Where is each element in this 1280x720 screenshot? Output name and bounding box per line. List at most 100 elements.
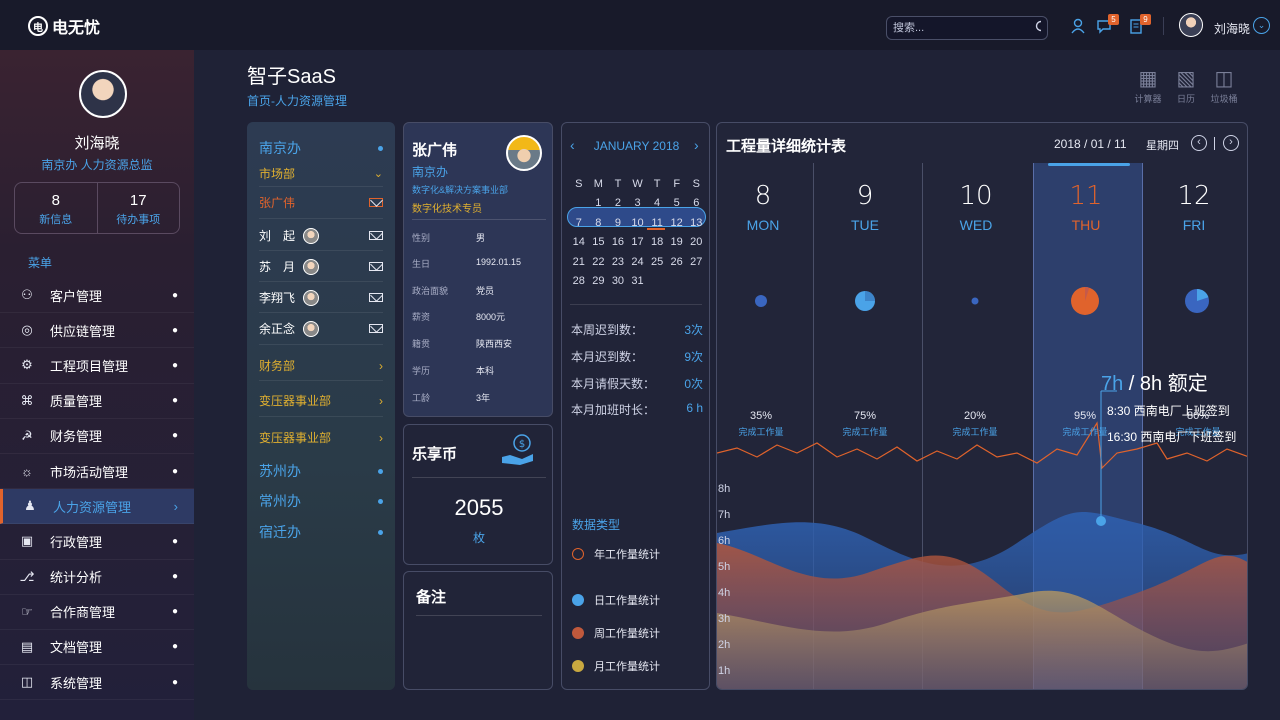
- bullet-icon: [378, 498, 383, 504]
- sidebar-item-hr[interactable]: ♟ 人力资源管理 ›: [0, 489, 194, 525]
- calendar-day[interactable]: 25: [647, 256, 667, 268]
- mail-icon[interactable]: [369, 324, 383, 333]
- sidebar-item-partners[interactable]: ☞ 合作商管理 ●: [0, 595, 194, 630]
- calendar-day[interactable]: 29: [589, 275, 609, 287]
- logo[interactable]: 电电无忧: [28, 14, 100, 38]
- chevron-down-icon[interactable]: ⌄: [1253, 17, 1270, 34]
- org-person-selected[interactable]: 张广伟: [259, 194, 383, 211]
- selected-point[interactable]: [1096, 516, 1106, 526]
- calendar-day[interactable]: 26: [667, 256, 687, 268]
- calendar-day[interactable]: 5: [667, 197, 687, 209]
- calendar-day[interactable]: 22: [589, 256, 609, 268]
- breadcrumb[interactable]: 首页-人力资源管理: [247, 92, 347, 109]
- calendar-day[interactable]: 18: [647, 236, 667, 248]
- user-icon[interactable]: [1070, 18, 1086, 34]
- calendar-day[interactable]: 9: [608, 217, 628, 229]
- calendar-day[interactable]: 1: [589, 197, 609, 209]
- calendar-day[interactable]: 20: [686, 236, 706, 248]
- mail-icon[interactable]: [369, 293, 383, 302]
- calendar-day[interactable]: 2: [608, 197, 628, 209]
- sidebar-item-documents[interactable]: ▤ 文档管理 ●: [0, 630, 194, 666]
- calendar-day[interactable]: 23: [608, 256, 628, 268]
- day-column-thu[interactable]: 11 THU: [1046, 181, 1126, 233]
- sidebar-item-admin[interactable]: ▣ 行政管理 ●: [0, 524, 194, 560]
- day-name: MON: [746, 217, 780, 233]
- sidebar-item-system[interactable]: ◫ 系统管理 ●: [0, 665, 194, 701]
- user-avatar[interactable]: [1179, 13, 1203, 37]
- profile-stats: 8 新信息 17 待办事项: [14, 182, 180, 234]
- sidebar-item-quality[interactable]: ⌘ 质量管理 ●: [0, 384, 194, 419]
- org-person[interactable]: 苏 月: [259, 258, 383, 275]
- calendar-day[interactable]: 24: [628, 256, 648, 268]
- search-box[interactable]: [886, 16, 1048, 40]
- note-card[interactable]: 备注: [403, 571, 553, 690]
- data-type-weekly[interactable]: 周工作量统计: [572, 625, 660, 641]
- calendar-day[interactable]: 16: [608, 236, 628, 248]
- chevron-right-icon[interactable]: ›: [694, 137, 699, 153]
- org-office-suqian[interactable]: 宿迁办: [259, 522, 383, 542]
- calendar-day[interactable]: 21: [569, 256, 589, 268]
- calendar-day[interactable]: 30: [608, 275, 628, 287]
- data-type-monthly[interactable]: 月工作量统计: [572, 658, 660, 674]
- sidebar-item-finance[interactable]: ☭ 财务管理 ●: [0, 419, 194, 454]
- sidebar-item-marketing[interactable]: ☼ 市场活动管理 ●: [0, 454, 194, 490]
- sidebar-item-supply-chain[interactable]: ◎ 供应链管理 ●: [0, 313, 194, 349]
- mail-icon[interactable]: [369, 262, 383, 271]
- sidebar-item-customers[interactable]: ⚇ 客户管理 ●: [0, 278, 194, 314]
- calendar-day[interactable]: 12: [667, 217, 687, 229]
- data-type-daily[interactable]: 日工作量统计: [572, 592, 660, 608]
- org-office-nanjing[interactable]: 南京办: [259, 138, 383, 158]
- calendar-day[interactable]: 14: [569, 236, 589, 248]
- day-column-wed[interactable]: 10 WED: [936, 181, 1016, 233]
- calendar-day[interactable]: 3: [628, 197, 648, 209]
- calendar-day[interactable]: 10: [628, 217, 648, 229]
- weekday-label: F: [673, 177, 681, 190]
- calendar-day-today[interactable]: 11: [647, 217, 667, 229]
- org-dept-finance[interactable]: 财务部 ›: [259, 357, 383, 374]
- person-dept: 数字化&解决方案事业部: [412, 185, 509, 195]
- briefcase-icon: ▣: [20, 533, 34, 549]
- org-dept-transformer[interactable]: 变压器事业部 ›: [259, 392, 383, 409]
- calendar-tool[interactable]: ▧ 日历: [1166, 66, 1206, 105]
- mail-icon[interactable]: [369, 231, 383, 240]
- logo-text: 电无忧: [52, 20, 101, 37]
- calculator-tool[interactable]: ▦ 计算器: [1128, 66, 1168, 105]
- search-input[interactable]: [893, 22, 1035, 34]
- org-person[interactable]: 余正念: [259, 320, 383, 337]
- org-dept-market[interactable]: 市场部 ⌄: [259, 165, 383, 182]
- data-type-yearly[interactable]: 年工作量统计: [572, 546, 660, 562]
- calendar-day[interactable]: 4: [647, 197, 667, 209]
- calendar-day[interactable]: 19: [667, 236, 687, 248]
- new-messages-stat[interactable]: 8 新信息: [15, 183, 97, 233]
- calendar-day[interactable]: 13: [686, 217, 706, 229]
- calendar-day[interactable]: 17: [628, 236, 648, 248]
- calendar-day[interactable]: 28: [569, 275, 589, 287]
- attendance-row: 本月加班时长： 6 h: [571, 401, 703, 418]
- org-office-suzhou[interactable]: 苏州办: [259, 461, 383, 481]
- day-column-tue[interactable]: 9 TUE: [825, 181, 905, 233]
- calendar-day[interactable]: 15: [589, 236, 609, 248]
- calendar-day[interactable]: 6: [686, 197, 706, 209]
- todo-stat[interactable]: 17 待办事项: [96, 183, 180, 233]
- attendance-label: 本月加班时长：: [571, 403, 656, 417]
- calendar-day[interactable]: 27: [686, 256, 706, 268]
- trash-tool[interactable]: ◫ 垃圾桶: [1204, 66, 1244, 105]
- org-person[interactable]: 刘 起: [259, 227, 383, 244]
- org-dept-transformer-2[interactable]: 变压器事业部 ›: [259, 429, 383, 446]
- mail-icon[interactable]: [369, 198, 383, 207]
- calendar-day[interactable]: 8: [589, 217, 609, 229]
- org-person[interactable]: 李翔飞: [259, 289, 383, 306]
- day-column-fri[interactable]: 12 FRI: [1154, 181, 1234, 233]
- org-office-changzhou[interactable]: 常州办: [259, 491, 383, 511]
- sidebar-item-stats[interactable]: ⎇ 统计分析 ●: [0, 560, 194, 595]
- user-name[interactable]: 刘海晓: [1214, 20, 1250, 37]
- search-icon[interactable]: [1035, 20, 1041, 36]
- completion-pies: [755, 287, 1209, 315]
- day-column-mon[interactable]: 8 MON: [723, 181, 803, 233]
- profile-avatar[interactable]: [79, 70, 127, 118]
- sidebar-item-projects[interactable]: ⚙ 工程项目管理 ●: [0, 348, 194, 384]
- pie-mon: [755, 295, 767, 307]
- calendar-day[interactable]: 31: [628, 275, 648, 287]
- completion-caption: 完成工作量: [842, 427, 888, 437]
- calendar-day[interactable]: 7: [569, 217, 589, 229]
